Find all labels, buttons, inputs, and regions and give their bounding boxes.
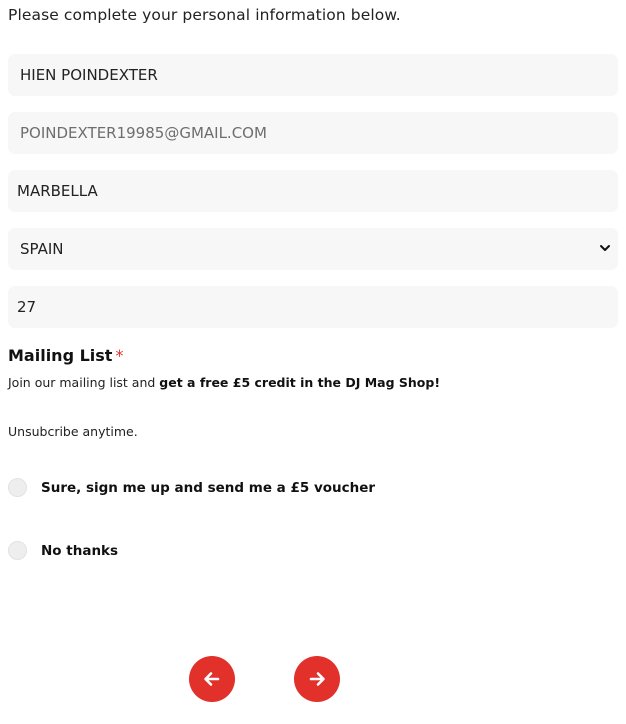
country-select-value: SPAIN (20, 240, 64, 258)
required-marker: * (115, 346, 124, 365)
mailing-option-no[interactable]: No thanks (8, 541, 118, 560)
email-field-value: POINDEXTER19985@GMAIL.COM (20, 124, 267, 142)
arrow-right-icon (309, 672, 325, 686)
age-field[interactable]: 27 (8, 286, 618, 328)
radio-button-no[interactable] (8, 541, 27, 560)
mailing-list-heading: Mailing List * (8, 346, 123, 365)
city-field-value: MARBELLA (17, 182, 98, 200)
country-select[interactable]: SPAIN (8, 228, 618, 270)
unsubscribe-note: Unsubcribe anytime. (8, 424, 138, 439)
name-field-value: HIEN POINDEXTER (20, 66, 158, 84)
mailing-list-description: Join our mailing list and get a free £5 … (8, 375, 440, 390)
mailing-option-yes[interactable]: Sure, sign me up and send me a £5 vouche… (8, 478, 375, 497)
radio-button-yes[interactable] (8, 478, 27, 497)
city-field[interactable]: MARBELLA (8, 170, 618, 212)
mailing-desc-prefix: Join our mailing list and (8, 375, 160, 390)
mailing-list-title: Mailing List (8, 346, 113, 365)
mailing-desc-offer: get a free £5 credit in the DJ Mag Shop! (159, 375, 441, 390)
email-field[interactable]: POINDEXTER19985@GMAIL.COM (8, 112, 618, 154)
next-button[interactable] (294, 656, 340, 702)
name-field[interactable]: HIEN POINDEXTER (8, 54, 618, 96)
age-field-value: 27 (17, 298, 37, 316)
mailing-option-yes-label[interactable]: Sure, sign me up and send me a £5 vouche… (41, 480, 375, 496)
form-intro-text: Please complete your personal informatio… (8, 6, 401, 24)
previous-button[interactable] (189, 656, 235, 702)
mailing-option-no-label[interactable]: No thanks (41, 543, 118, 559)
chevron-down-icon (600, 245, 610, 251)
arrow-left-icon (204, 672, 220, 686)
